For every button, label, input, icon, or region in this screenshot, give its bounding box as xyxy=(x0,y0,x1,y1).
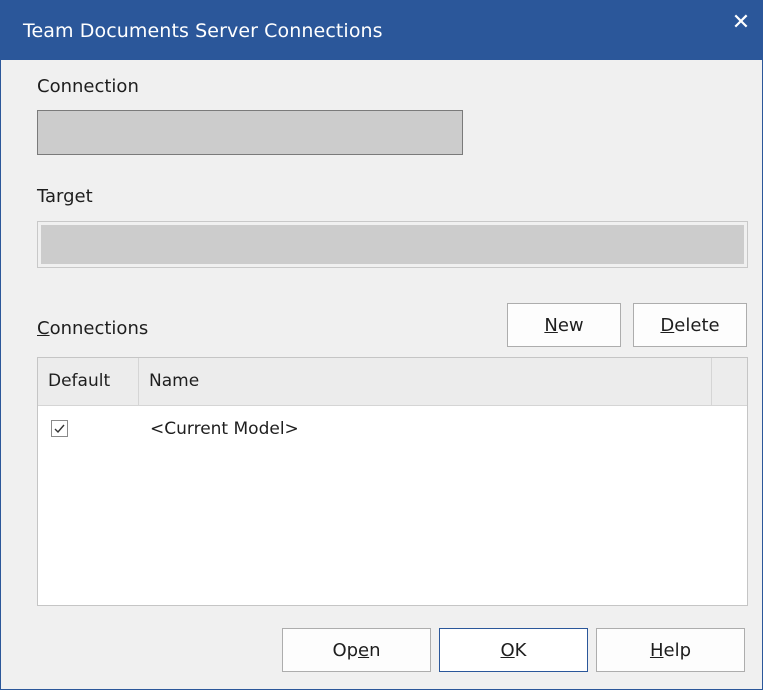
close-icon[interactable]: ✕ xyxy=(726,8,756,38)
connections-label: Connections xyxy=(37,318,148,339)
ok-button-post: K xyxy=(514,639,527,661)
window-title: Team Documents Server Connections xyxy=(23,20,383,42)
delete-button-rest: elete xyxy=(674,314,720,336)
help-button-accel: H xyxy=(649,639,664,661)
open-button-pre: Op xyxy=(332,639,359,661)
help-button[interactable]: Help xyxy=(596,628,745,672)
checkmark-icon xyxy=(54,424,65,434)
connections-list[interactable]: Default Name <Current Model> xyxy=(37,357,748,606)
connections-label-accel: C xyxy=(37,318,50,339)
help-button-post: elp xyxy=(663,639,692,661)
delete-button-accel: D xyxy=(660,314,675,336)
ok-button-accel: O xyxy=(500,639,515,661)
connection-field[interactable] xyxy=(37,110,463,155)
target-field[interactable] xyxy=(37,221,748,268)
new-button-accel: N xyxy=(544,314,558,336)
open-button-accel: e xyxy=(358,639,370,661)
delete-button[interactable]: Delete xyxy=(633,303,747,347)
target-label: Target xyxy=(37,186,93,207)
open-button-post: n xyxy=(369,639,381,661)
connections-label-rest: onnections xyxy=(49,318,149,339)
ok-button[interactable]: OK xyxy=(439,628,588,672)
server-connections-dialog: Team Documents Server Connections ✕ Conn… xyxy=(0,0,763,690)
connection-name: <Current Model> xyxy=(150,419,299,439)
new-button-rest: ew xyxy=(557,314,584,336)
default-checkbox[interactable] xyxy=(51,420,68,437)
new-button[interactable]: New xyxy=(507,303,621,347)
title-bar: Team Documents Server Connections ✕ xyxy=(1,0,762,60)
list-item[interactable]: <Current Model> xyxy=(38,358,747,439)
connection-label: Connection xyxy=(37,76,139,97)
open-button[interactable]: Op e n xyxy=(282,628,431,672)
